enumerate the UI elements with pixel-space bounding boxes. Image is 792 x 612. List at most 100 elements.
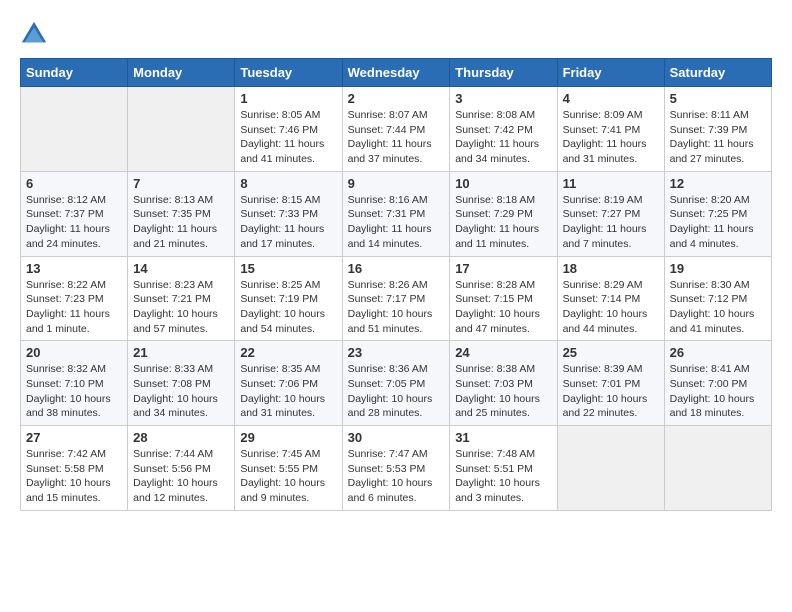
day-number: 6 — [26, 176, 122, 191]
calendar-cell — [21, 87, 128, 172]
day-info: Sunrise: 8:08 AMSunset: 7:42 PMDaylight:… — [455, 108, 551, 167]
day-number: 19 — [670, 261, 766, 276]
calendar-cell: 29 Sunrise: 7:45 AMSunset: 5:55 PMDayligh… — [235, 426, 342, 511]
day-number: 5 — [670, 91, 766, 106]
calendar-cell: 5 Sunrise: 8:11 AMSunset: 7:39 PMDaylight… — [664, 87, 771, 172]
weekday-header-row: SundayMondayTuesdayWednesdayThursdayFrid… — [21, 59, 772, 87]
day-info: Sunrise: 8:36 AMSunset: 7:05 PMDaylight:… — [348, 362, 445, 421]
calendar-cell: 8Sunrise: 8:15 AMSunset: 7:33 PMDaylight… — [235, 171, 342, 256]
calendar-cell: 13 Sunrise: 8:22 AMSunset: 7:23 PMDayligh… — [21, 256, 128, 341]
calendar-cell: 7Sunrise: 8:13 AMSunset: 7:35 PMDaylight… — [128, 171, 235, 256]
calendar-cell: 22 Sunrise: 8:35 AMSunset: 7:06 PMDayligh… — [235, 341, 342, 426]
day-info: Sunrise: 8:13 AMSunset: 7:35 PMDaylight:… — [133, 193, 229, 252]
day-info: Sunrise: 8:28 AMSunset: 7:15 PMDaylight:… — [455, 278, 551, 337]
day-number: 18 — [563, 261, 659, 276]
weekday-header: Monday — [128, 59, 235, 87]
day-number: 4 — [563, 91, 659, 106]
calendar-week-row: 13 Sunrise: 8:22 AMSunset: 7:23 PMDayligh… — [21, 256, 772, 341]
day-info: Sunrise: 8:33 AMSunset: 7:08 PMDaylight:… — [133, 362, 229, 421]
calendar-cell — [557, 426, 664, 511]
day-info: Sunrise: 7:47 AMSunset: 5:53 PMDaylight:… — [348, 447, 445, 506]
day-number: 20 — [26, 345, 122, 360]
day-number: 2 — [348, 91, 445, 106]
day-info: Sunrise: 7:48 AMSunset: 5:51 PMDaylight:… — [455, 447, 551, 506]
calendar-cell: 10Sunrise: 8:18 AMSunset: 7:29 PMDayligh… — [450, 171, 557, 256]
calendar-week-row: 27 Sunrise: 7:42 AMSunset: 5:58 PMDayligh… — [21, 426, 772, 511]
calendar-cell: 27 Sunrise: 7:42 AMSunset: 5:58 PMDayligh… — [21, 426, 128, 511]
day-number: 27 — [26, 430, 122, 445]
day-info: Sunrise: 8:35 AMSunset: 7:06 PMDaylight:… — [240, 362, 336, 421]
day-info: Sunrise: 8:20 AMSunset: 7:25 PMDaylight:… — [670, 193, 766, 252]
day-info: Sunrise: 7:42 AMSunset: 5:58 PMDaylight:… — [26, 447, 122, 506]
day-number: 24 — [455, 345, 551, 360]
day-number: 31 — [455, 430, 551, 445]
day-number: 26 — [670, 345, 766, 360]
day-info: Sunrise: 8:11 AMSunset: 7:39 PMDaylight:… — [670, 108, 766, 167]
calendar-week-row: 20Sunrise: 8:32 AMSunset: 7:10 PMDayligh… — [21, 341, 772, 426]
day-info: Sunrise: 8:29 AMSunset: 7:14 PMDaylight:… — [563, 278, 659, 337]
calendar-cell: 14 Sunrise: 8:23 AMSunset: 7:21 PMDayligh… — [128, 256, 235, 341]
weekday-header: Wednesday — [342, 59, 450, 87]
day-number: 25 — [563, 345, 659, 360]
day-info: Sunrise: 8:26 AMSunset: 7:17 PMDaylight:… — [348, 278, 445, 337]
calendar-cell: 30 Sunrise: 7:47 AMSunset: 5:53 PMDayligh… — [342, 426, 450, 511]
weekday-header: Sunday — [21, 59, 128, 87]
weekday-header: Thursday — [450, 59, 557, 87]
calendar-cell: 24 Sunrise: 8:38 AMSunset: 7:03 PMDayligh… — [450, 341, 557, 426]
day-number: 17 — [455, 261, 551, 276]
day-number: 22 — [240, 345, 336, 360]
day-info: Sunrise: 8:23 AMSunset: 7:21 PMDaylight:… — [133, 278, 229, 337]
logo — [20, 20, 52, 48]
day-number: 3 — [455, 91, 551, 106]
weekday-header: Friday — [557, 59, 664, 87]
calendar-cell: 18 Sunrise: 8:29 AMSunset: 7:14 PMDayligh… — [557, 256, 664, 341]
day-info: Sunrise: 8:30 AMSunset: 7:12 PMDaylight:… — [670, 278, 766, 337]
calendar-cell: 1 Sunrise: 8:05 AMSunset: 7:46 PMDaylight… — [235, 87, 342, 172]
day-number: 13 — [26, 261, 122, 276]
day-number: 16 — [348, 261, 445, 276]
day-info: Sunrise: 8:18 AMSunset: 7:29 PMDaylight:… — [455, 193, 551, 252]
day-number: 29 — [240, 430, 336, 445]
calendar-cell: 31 Sunrise: 7:48 AMSunset: 5:51 PMDayligh… — [450, 426, 557, 511]
day-info: Sunrise: 8:39 AMSunset: 7:01 PMDaylight:… — [563, 362, 659, 421]
calendar-cell: 25 Sunrise: 8:39 AMSunset: 7:01 PMDayligh… — [557, 341, 664, 426]
day-number: 30 — [348, 430, 445, 445]
day-info: Sunrise: 8:25 AMSunset: 7:19 PMDaylight:… — [240, 278, 336, 337]
day-number: 15 — [240, 261, 336, 276]
day-number: 21 — [133, 345, 229, 360]
day-info: Sunrise: 7:44 AMSunset: 5:56 PMDaylight:… — [133, 447, 229, 506]
day-number: 11 — [563, 176, 659, 191]
day-number: 1 — [240, 91, 336, 106]
calendar-cell: 6 Sunrise: 8:12 AMSunset: 7:37 PMDaylight… — [21, 171, 128, 256]
day-info: Sunrise: 8:12 AMSunset: 7:37 PMDaylight:… — [26, 193, 122, 252]
day-info: Sunrise: 8:41 AMSunset: 7:00 PMDaylight:… — [670, 362, 766, 421]
day-info: Sunrise: 8:38 AMSunset: 7:03 PMDaylight:… — [455, 362, 551, 421]
day-number: 8 — [240, 176, 336, 191]
weekday-header: Tuesday — [235, 59, 342, 87]
calendar-cell — [664, 426, 771, 511]
calendar-cell: 21 Sunrise: 8:33 AMSunset: 7:08 PMDayligh… — [128, 341, 235, 426]
weekday-header: Saturday — [664, 59, 771, 87]
calendar-cell: 9 Sunrise: 8:16 AMSunset: 7:31 PMDaylight… — [342, 171, 450, 256]
logo-icon — [20, 20, 48, 48]
day-info: Sunrise: 8:16 AMSunset: 7:31 PMDaylight:… — [348, 193, 445, 252]
day-number: 9 — [348, 176, 445, 191]
calendar-cell: 26 Sunrise: 8:41 AMSunset: 7:00 PMDayligh… — [664, 341, 771, 426]
calendar-cell: 17 Sunrise: 8:28 AMSunset: 7:15 PMDayligh… — [450, 256, 557, 341]
day-info: Sunrise: 8:05 AMSunset: 7:46 PMDaylight:… — [240, 108, 336, 167]
day-info: Sunrise: 7:45 AMSunset: 5:55 PMDaylight:… — [240, 447, 336, 506]
calendar-week-row: 1 Sunrise: 8:05 AMSunset: 7:46 PMDaylight… — [21, 87, 772, 172]
calendar-table: SundayMondayTuesdayWednesdayThursdayFrid… — [20, 58, 772, 511]
calendar-cell: 19 Sunrise: 8:30 AMSunset: 7:12 PMDayligh… — [664, 256, 771, 341]
day-number: 14 — [133, 261, 229, 276]
calendar-cell: 12 Sunrise: 8:20 AMSunset: 7:25 PMDayligh… — [664, 171, 771, 256]
calendar-cell: 11 Sunrise: 8:19 AMSunset: 7:27 PMDayligh… — [557, 171, 664, 256]
day-number: 12 — [670, 176, 766, 191]
calendar-cell: 2Sunrise: 8:07 AMSunset: 7:44 PMDaylight… — [342, 87, 450, 172]
calendar-week-row: 6 Sunrise: 8:12 AMSunset: 7:37 PMDaylight… — [21, 171, 772, 256]
day-info: Sunrise: 8:22 AMSunset: 7:23 PMDaylight:… — [26, 278, 122, 337]
day-info: Sunrise: 8:09 AMSunset: 7:41 PMDaylight:… — [563, 108, 659, 167]
day-info: Sunrise: 8:19 AMSunset: 7:27 PMDaylight:… — [563, 193, 659, 252]
calendar-cell: 16 Sunrise: 8:26 AMSunset: 7:17 PMDayligh… — [342, 256, 450, 341]
calendar-cell: 20Sunrise: 8:32 AMSunset: 7:10 PMDayligh… — [21, 341, 128, 426]
